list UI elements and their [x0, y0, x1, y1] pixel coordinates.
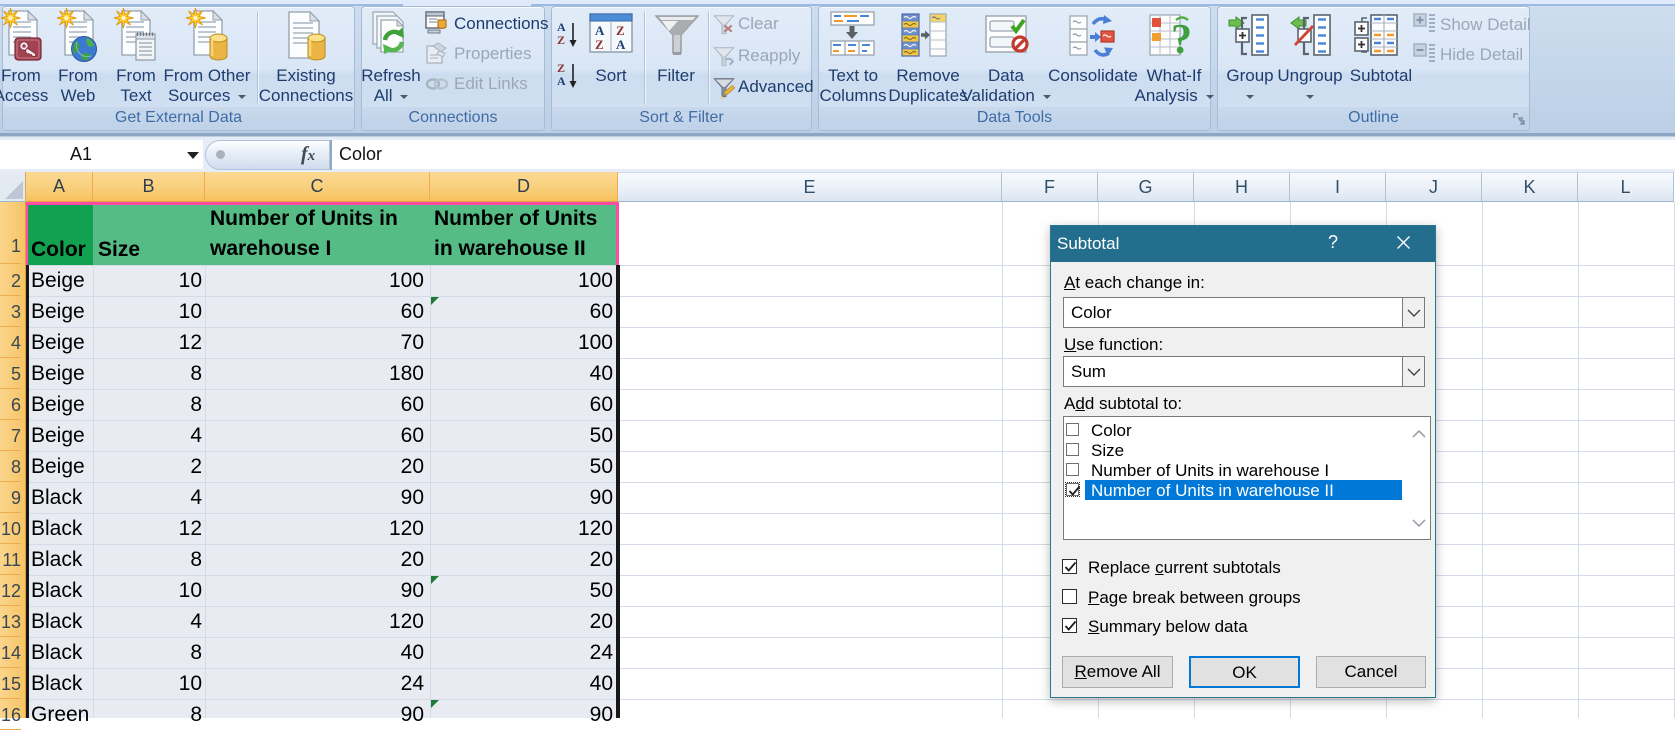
svg-text:Z: Z: [595, 37, 604, 52]
svg-text:Z: Z: [557, 33, 565, 47]
svg-text:Z: Z: [616, 23, 625, 38]
svg-text:?: ?: [1171, 17, 1192, 58]
svg-text:A: A: [616, 37, 626, 52]
svg-text:A: A: [557, 20, 566, 34]
svg-text:A: A: [595, 23, 605, 38]
